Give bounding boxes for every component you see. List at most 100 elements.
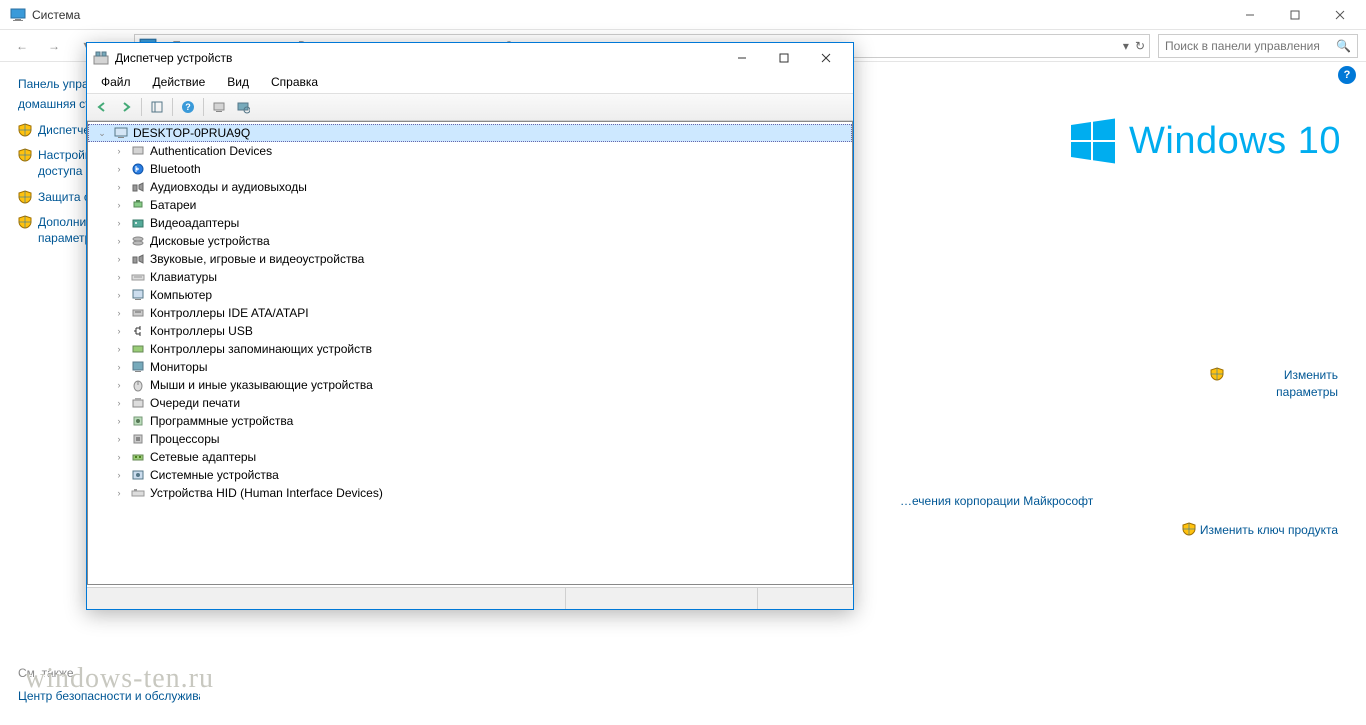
help-icon[interactable]: ?: [1338, 66, 1356, 84]
category-icon: [130, 161, 146, 177]
category-icon: [130, 179, 146, 195]
expand-icon[interactable]: ›: [112, 290, 126, 300]
expand-icon[interactable]: ›: [112, 236, 126, 246]
expand-icon[interactable]: ›: [112, 182, 126, 192]
back-button[interactable]: [91, 96, 113, 118]
device-category[interactable]: ›Дисковые устройства: [106, 232, 852, 250]
expand-icon[interactable]: ›: [112, 164, 126, 174]
title-bar: Система: [0, 0, 1366, 30]
expand-icon[interactable]: ›: [112, 146, 126, 156]
expand-icon[interactable]: ›: [112, 272, 126, 282]
category-icon: [130, 269, 146, 285]
device-category[interactable]: ›Контроллеры IDE ATA/ATAPI: [106, 304, 852, 322]
computer-icon: [113, 125, 129, 141]
expand-icon[interactable]: ›: [112, 218, 126, 228]
expand-icon[interactable]: ›: [112, 254, 126, 264]
expand-icon[interactable]: ›: [112, 200, 126, 210]
device-category[interactable]: ›Видеоадаптеры: [106, 214, 852, 232]
device-manager-dialog: Диспетчер устройств Файл Действие Вид Сп…: [86, 42, 854, 610]
device-category[interactable]: ›Компьютер: [106, 286, 852, 304]
device-category[interactable]: ›Процессоры: [106, 430, 852, 448]
dialog-toolbar: ?: [87, 93, 853, 121]
device-category[interactable]: ›Сетевые адаптеры: [106, 448, 852, 466]
windows-logo-icon: [1069, 117, 1117, 165]
category-icon: [130, 359, 146, 375]
device-category[interactable]: ›Контроллеры USB: [106, 322, 852, 340]
search-box[interactable]: 🔍: [1158, 34, 1358, 58]
menu-help[interactable]: Справка: [261, 73, 328, 93]
expand-icon[interactable]: ›: [112, 344, 126, 354]
category-icon: [130, 251, 146, 267]
shield-icon: [18, 215, 32, 229]
expand-icon[interactable]: ›: [112, 380, 126, 390]
window-controls: [1227, 1, 1362, 29]
dialog-minimize-button[interactable]: [721, 44, 763, 72]
tree-root-node[interactable]: ⌄ DESKTOP-0PRUA9Q: [88, 124, 852, 142]
forward-button[interactable]: →: [40, 34, 68, 58]
device-category[interactable]: ›Мыши и иные указывающие устройства: [106, 376, 852, 394]
expand-icon[interactable]: ›: [112, 488, 126, 498]
dialog-close-button[interactable]: [805, 44, 847, 72]
category-icon: [130, 467, 146, 483]
device-manager-icon: [93, 50, 109, 66]
category-icon: [130, 377, 146, 393]
category-icon: [130, 431, 146, 447]
category-icon: [130, 143, 146, 159]
ms-license-link[interactable]: …ечения корпорации Майкрософт: [900, 494, 1093, 508]
monitor-icon: [10, 7, 26, 23]
device-category[interactable]: ›Мониторы: [106, 358, 852, 376]
expand-icon[interactable]: ›: [112, 452, 126, 462]
collapse-icon[interactable]: ⌄: [95, 128, 109, 139]
device-category[interactable]: ›Bluetooth: [106, 160, 852, 178]
category-icon: [130, 413, 146, 429]
device-category[interactable]: ›Батареи: [106, 196, 852, 214]
device-category[interactable]: ›Устройства HID (Human Interface Devices…: [106, 484, 852, 502]
expand-icon[interactable]: ›: [112, 362, 126, 372]
back-button[interactable]: ←: [8, 34, 36, 58]
device-category[interactable]: ›Аудиовходы и аудиовыходы: [106, 178, 852, 196]
dialog-maximize-button[interactable]: [763, 44, 805, 72]
scan-hardware-button[interactable]: [208, 96, 230, 118]
menu-view[interactable]: Вид: [217, 73, 259, 93]
expand-icon[interactable]: ›: [112, 416, 126, 426]
device-category[interactable]: ›Очереди печати: [106, 394, 852, 412]
category-icon: [130, 449, 146, 465]
shield-icon: [18, 148, 32, 162]
device-category[interactable]: ›Звуковые, игровые и видеоустройства: [106, 250, 852, 268]
minimize-button[interactable]: [1227, 1, 1272, 29]
device-category[interactable]: ›Контроллеры запоминающих устройств: [106, 340, 852, 358]
device-category[interactable]: ›Authentication Devices: [106, 142, 852, 160]
search-input[interactable]: [1165, 39, 1336, 53]
shield-icon: [18, 190, 32, 204]
category-icon: [130, 287, 146, 303]
expand-icon[interactable]: ›: [112, 326, 126, 336]
expand-icon[interactable]: ›: [112, 398, 126, 408]
shield-icon: [1210, 367, 1224, 381]
change-settings-link[interactable]: Изменить параметры: [1210, 367, 1338, 401]
dialog-title: Диспетчер устройств: [115, 51, 721, 65]
category-icon: [130, 197, 146, 213]
properties-button[interactable]: [232, 96, 254, 118]
search-icon: 🔍: [1336, 39, 1351, 53]
shield-icon: [18, 123, 32, 137]
device-category[interactable]: ›Программные устройства: [106, 412, 852, 430]
expand-icon[interactable]: ›: [112, 308, 126, 318]
close-button[interactable]: [1317, 1, 1362, 29]
forward-button[interactable]: [115, 96, 137, 118]
expand-icon[interactable]: ›: [112, 434, 126, 444]
maximize-button[interactable]: [1272, 1, 1317, 29]
windows-brand-text: Windows 10: [1129, 120, 1341, 163]
device-category[interactable]: ›Системные устройства: [106, 466, 852, 484]
device-category[interactable]: ›Клавиатуры: [106, 268, 852, 286]
svg-text:?: ?: [185, 102, 191, 112]
menu-action[interactable]: Действие: [143, 73, 216, 93]
menu-file[interactable]: Файл: [91, 73, 141, 93]
expand-icon[interactable]: ›: [112, 470, 126, 480]
dialog-title-bar: Диспетчер устройств: [87, 43, 853, 73]
show-hide-tree-button[interactable]: [146, 96, 168, 118]
dialog-menu-bar: Файл Действие Вид Справка: [87, 73, 853, 93]
category-icon: [130, 485, 146, 501]
help-button[interactable]: ?: [177, 96, 199, 118]
device-tree[interactable]: ⌄ DESKTOP-0PRUA9Q ›Authentication Device…: [87, 121, 853, 585]
change-product-key-link[interactable]: Изменить ключ продукта: [1182, 522, 1338, 539]
